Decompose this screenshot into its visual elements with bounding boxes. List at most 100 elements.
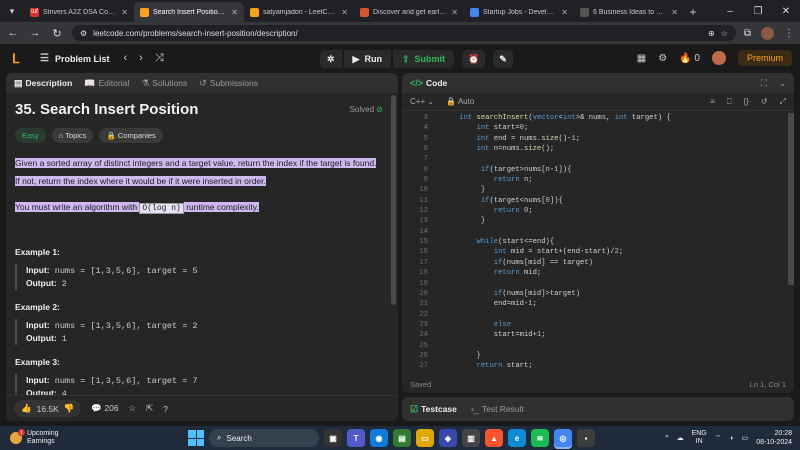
code-line[interactable]: 15 while(start<=end){ [402, 237, 794, 247]
tab-search-icon[interactable]: ▾ [6, 5, 18, 17]
code-line[interactable]: 22 [402, 310, 794, 320]
code-line[interactable]: 16 int mid = start+(end-start)/2; [402, 247, 794, 257]
reload-icon[interactable]: ↻ [50, 27, 64, 40]
minimize-icon[interactable]: – [716, 0, 744, 22]
thumbs-down-icon[interactable]: 👎 [64, 403, 75, 414]
tab-description[interactable]: ▤ Description [14, 78, 72, 89]
spotify-icon[interactable]: ≋ [531, 429, 549, 447]
next-problem-icon[interactable]: › [139, 52, 143, 65]
settings-gear-icon[interactable]: ⚙ [658, 53, 667, 64]
url-field[interactable]: ⚙ leetcode.com/problems/search-insert-po… [72, 25, 736, 41]
code-line[interactable]: 13 } [402, 216, 794, 226]
browser-tab[interactable]: Search Insert Position - Le ✕ [134, 2, 244, 22]
problem-list-button[interactable]: ☰ Problem List [40, 53, 109, 64]
close-tab-icon[interactable]: ✕ [341, 8, 348, 17]
streak-counter[interactable]: 🔥 0 [679, 53, 700, 64]
browser-menu-icon[interactable]: ⋮ [784, 28, 794, 39]
cloud-icon[interactable]: ☁ [677, 434, 684, 442]
tray-overflow-icon[interactable]: ^ [665, 435, 668, 442]
file-explorer-icon[interactable]: ▭ [416, 429, 434, 447]
code-line[interactable]: 17 if(nums[mid] == target) [402, 258, 794, 268]
format-icon[interactable]: ≡ [710, 97, 715, 106]
tab-solutions[interactable]: ⚗ Solutions [141, 78, 187, 89]
app-icon[interactable]: ▪ [577, 429, 595, 447]
app-icon[interactable]: ▥ [462, 429, 480, 447]
run-button[interactable]: ▶ Run [343, 50, 391, 68]
code-line[interactable]: 20 if(nums[mid]>target) [402, 289, 794, 299]
close-tab-icon[interactable]: ✕ [121, 8, 128, 17]
language-select[interactable]: C++ ⌄ [410, 97, 434, 106]
volume-icon[interactable]: ◖ [729, 435, 733, 442]
editor-scrollbar[interactable] [788, 113, 794, 285]
browser-tab[interactable]: Discover and get early acc ✕ [354, 2, 464, 22]
clock[interactable]: 20:28 08-10-2024 [756, 429, 792, 447]
prev-problem-icon[interactable]: ‹ [123, 52, 127, 65]
timer-button[interactable]: ⏰ [462, 50, 486, 68]
notes-button[interactable]: ✎ [493, 50, 513, 68]
reset-icon[interactable]: ↺ [761, 97, 768, 106]
code-line[interactable]: 9 return n; [402, 175, 794, 185]
wifi-icon[interactable]: ⌔ [715, 434, 722, 443]
close-tab-icon[interactable]: ✕ [561, 8, 568, 17]
code-line[interactable]: 14 [402, 227, 794, 237]
description-scrollbar[interactable] [391, 95, 396, 305]
favorite-star-icon[interactable]: ☆ [129, 403, 137, 414]
code-line[interactable]: 21 end=mid-1; [402, 299, 794, 309]
language-indicator[interactable]: ENG IN [692, 430, 707, 446]
layout-grid-icon[interactable]: ▦ [637, 53, 646, 64]
code-line[interactable]: 3 int searchInsert(vector<int>& nums, in… [402, 113, 794, 123]
browser-tab[interactable]: satyamjadon - LeetCode P✕ [244, 2, 354, 22]
chat-icon[interactable]: ◉ [370, 429, 388, 447]
close-tab-icon[interactable]: ✕ [451, 8, 458, 17]
taskbar-search[interactable]: ⌕ Search [209, 429, 319, 447]
maximize-icon[interactable]: ❐ [744, 0, 772, 22]
bookmark-icon[interactable]: ⎕ [727, 97, 732, 107]
code-line[interactable]: 7 [402, 154, 794, 164]
zoom-icon[interactable]: ⊕ [708, 29, 715, 38]
close-window-icon[interactable]: ✕ [772, 0, 800, 22]
vs-code-icon[interactable]: ◈ [439, 429, 457, 447]
braces-icon[interactable]: {} [744, 97, 749, 106]
edge-icon[interactable]: e [508, 429, 526, 447]
bookmark-star-icon[interactable]: ☆ [721, 29, 728, 38]
tab-testcase[interactable]: ☑ Testcase [410, 404, 457, 415]
code-line[interactable]: 12 return 0; [402, 206, 794, 216]
autocomplete-toggle[interactable]: 🔒 Auto [446, 97, 474, 106]
browser-tab[interactable]: Startup Jobs - Developer, ✕ [464, 2, 574, 22]
code-line[interactable]: 18 return mid; [402, 268, 794, 278]
help-icon[interactable]: ? [163, 404, 168, 414]
battery-icon[interactable]: ▭ [742, 434, 749, 442]
brave-icon[interactable]: ▲ [485, 429, 503, 447]
code-line[interactable]: 4 int start=0; [402, 123, 794, 133]
code-line[interactable]: 19 [402, 279, 794, 289]
thumbs-up-icon[interactable]: 👍 [21, 403, 32, 414]
code-editor[interactable]: 3 int searchInsert(vector<int>& nums, in… [402, 113, 794, 375]
companies-chip[interactable]: 🔒 Companies [99, 128, 163, 143]
extensions-icon[interactable]: ⧉ [744, 28, 751, 39]
task-view-icon[interactable]: ▣ [324, 429, 342, 447]
teams-icon[interactable]: T [347, 429, 365, 447]
code-tab[interactable]: </> Code [410, 78, 447, 88]
code-line[interactable]: 11 if(target<nums[0]){ [402, 196, 794, 206]
code-line[interactable]: 5 int end = nums.size()-1; [402, 134, 794, 144]
browser-tab[interactable]: tuf Strivers A2Z DSA Course/S ✕ [24, 2, 134, 22]
weather-widget[interactable]: 1 Upcoming Earnings [0, 429, 150, 446]
maximize-panel-icon[interactable]: ⛶ [761, 78, 767, 89]
code-line[interactable]: 27 return start; [402, 361, 794, 371]
tab-submissions[interactable]: ↺ Submissions [199, 78, 258, 89]
fullscreen-icon[interactable]: ⤢ [780, 97, 786, 107]
submit-button[interactable]: ⇪ Submit [392, 50, 455, 68]
close-tab-icon[interactable]: ✕ [231, 8, 238, 17]
code-line[interactable]: 24 start=mid+1; [402, 330, 794, 340]
back-icon[interactable]: ← [6, 27, 20, 39]
site-info-icon[interactable]: ⚙ [80, 29, 87, 38]
debug-button[interactable]: ✲ [320, 50, 342, 68]
code-line[interactable]: 6 int n=nums.size(); [402, 144, 794, 154]
code-line[interactable]: 23 else [402, 320, 794, 330]
collapse-panel-icon[interactable]: ⌄ [779, 78, 786, 89]
tab-test-result[interactable]: ›_ Test Result [471, 404, 524, 414]
store-icon[interactable]: ▤ [393, 429, 411, 447]
code-line[interactable]: 8 if(target>nums[n-1]){ [402, 165, 794, 175]
code-line[interactable]: 10 } [402, 185, 794, 195]
shuffle-icon[interactable]: ⤨ [155, 52, 164, 65]
